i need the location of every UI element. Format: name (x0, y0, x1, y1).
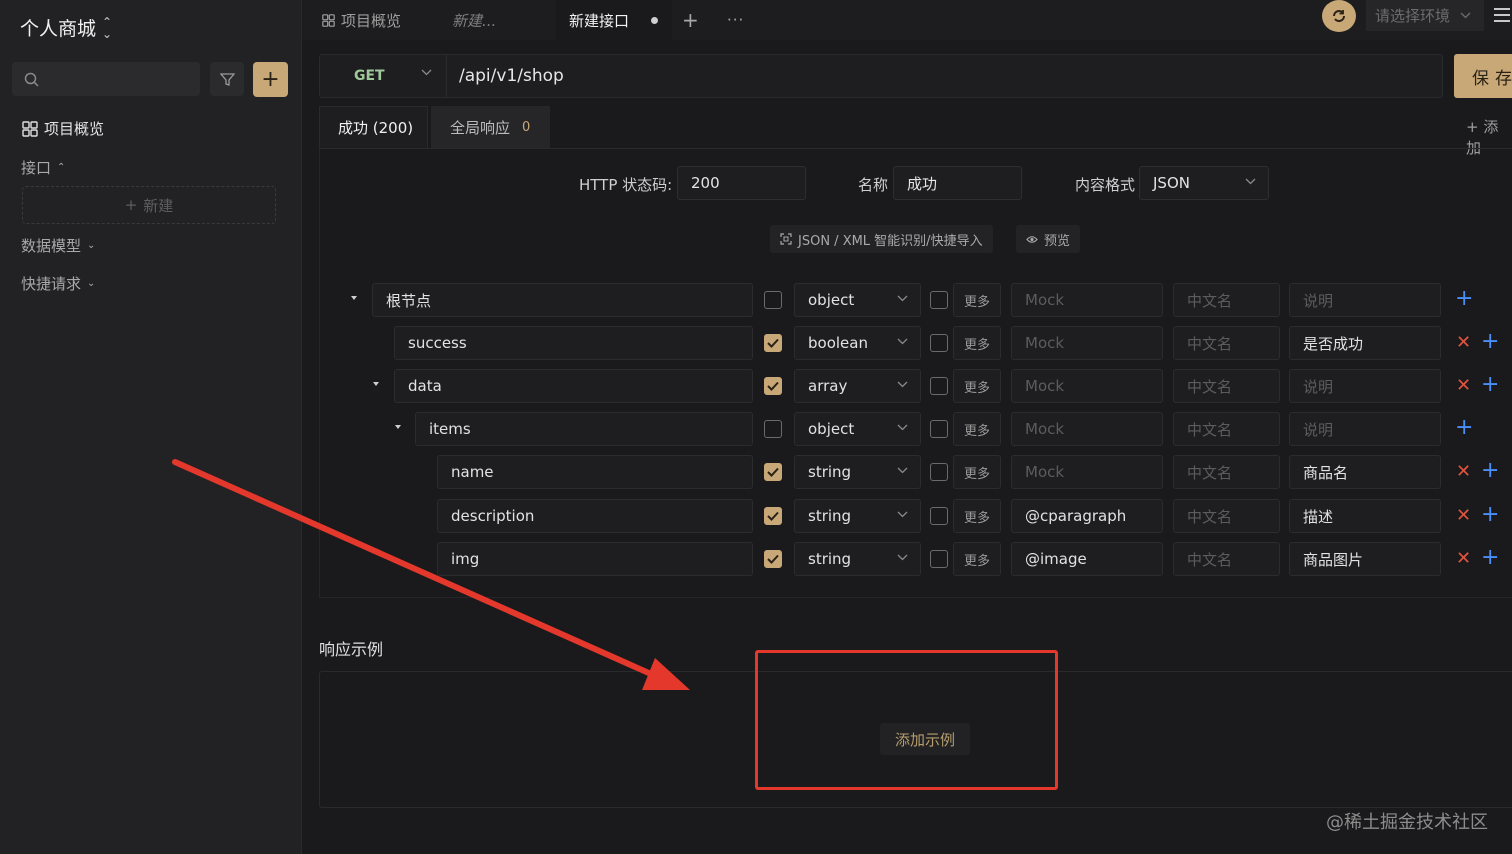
watermark: @稀土掘金技术社区 (1326, 812, 1488, 833)
annotation-arrow (172, 459, 690, 690)
